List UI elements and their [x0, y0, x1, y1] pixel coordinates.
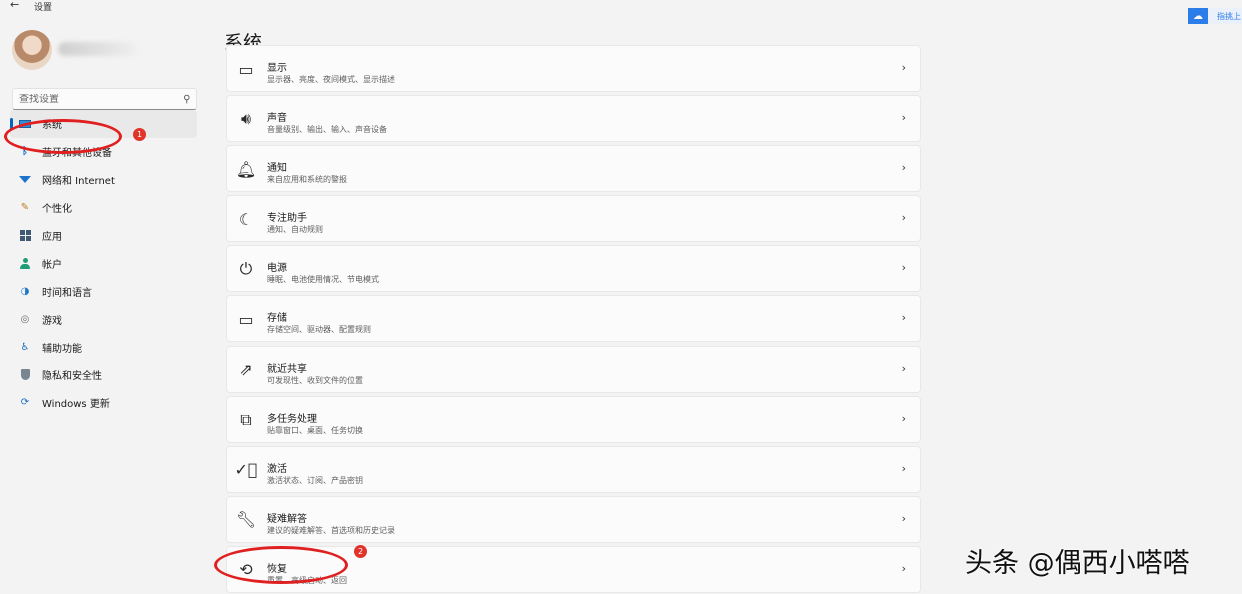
wifi-icon: [18, 173, 32, 187]
sidebar-item-label: Windows 更新: [42, 399, 110, 411]
chevron-right-icon: ›: [901, 61, 906, 74]
setting-title: 存储: [267, 313, 287, 325]
annotation-badge-1: 1: [133, 128, 146, 141]
annotation-ellipse-1: [4, 119, 122, 154]
setting-title: 就近共享: [267, 363, 307, 375]
setting-focus-assist[interactable]: ☾ 专注助手 通知、自动规则 ›: [226, 195, 921, 243]
bell-icon: 🔔︎: [235, 159, 257, 179]
sidebar-nav: 系统 ᛒ 蓝牙和其他设备 网络和 Internet ✎ 个性化 应用 帐户 ◑ …: [0, 110, 210, 417]
setting-desc: 显示器、亮度、夜间模式、显示描述: [267, 75, 395, 84]
sidebar-item-label: 隐私和安全性: [42, 371, 102, 383]
display-icon: ▭: [238, 59, 254, 79]
setting-multitasking[interactable]: ⧉ 多任务处理 贴靠窗口、桌面、任务切换 ›: [226, 395, 921, 443]
setting-title: 通知: [267, 163, 287, 175]
power-icon: ⏻: [239, 259, 253, 279]
setting-troubleshoot[interactable]: 🔧︎ 疑难解答 建议的疑难解答、首选项和历史记录 ›: [226, 495, 921, 543]
chevron-right-icon: ›: [901, 411, 906, 425]
settings-list: ▭ 显示 显示器、亮度、夜间模式、显示描述 › 🔊︎ 声音 音量级别、输出、输入…: [226, 45, 921, 594]
setting-desc: 建议的疑难解答、首选项和历史记录: [267, 525, 395, 535]
capture-widget[interactable]: ☁ 指挑上: [1188, 8, 1242, 24]
setting-sound[interactable]: 🔊︎ 声音 音量级别、输出、输入、声音设备 ›: [226, 95, 921, 143]
chevron-right-icon: ›: [901, 211, 906, 225]
sidebar-item-label: 网络和 Internet: [42, 176, 115, 188]
clock-globe-icon: ◑: [20, 285, 30, 297]
sidebar-item-accounts[interactable]: 帐户: [10, 249, 197, 277]
chevron-right-icon: ›: [901, 461, 906, 475]
moon-icon: ☾: [238, 209, 254, 229]
sidebar-item-label: 辅助功能: [42, 343, 82, 355]
sidebar-item-privacy[interactable]: 隐私和安全性: [10, 361, 197, 389]
chevron-right-icon: ›: [901, 261, 906, 275]
setting-title: 专注助手: [267, 213, 307, 225]
setting-desc: 通知、自动规则: [267, 225, 323, 235]
sidebar-item-personalization[interactable]: ✎ 个性化: [10, 194, 197, 222]
setting-desc: 睡眠、电池使用情况、节电模式: [267, 275, 379, 285]
share-icon: ⇗: [239, 360, 253, 380]
setting-desc: 音量级别、输出、输入、声音设备: [267, 125, 387, 135]
wrench-icon: 🔧︎: [235, 510, 257, 530]
chevron-right-icon: ›: [901, 361, 906, 375]
sidebar-item-label: 时间和语言: [42, 287, 92, 299]
search-input[interactable]: [19, 93, 183, 105]
search-icon[interactable]: ⚲: [183, 94, 190, 105]
title-bar: ← 设置: [0, 0, 1242, 14]
setting-nearby-sharing[interactable]: ⇗ 就近共享 可发现性、收到文件的位置 ›: [226, 345, 921, 393]
setting-title: 显示: [267, 63, 287, 74]
back-button[interactable]: ←: [10, 0, 19, 11]
setting-title: 声音: [267, 113, 287, 125]
account-icon: [18, 256, 32, 270]
storage-icon: ▭: [238, 309, 254, 329]
sidebar-item-label: 帐户: [42, 259, 62, 271]
setting-title: 激活: [267, 463, 287, 475]
sidebar-item-gaming[interactable]: ◎ 游戏: [10, 305, 197, 333]
gamepad-icon: ◎: [20, 313, 30, 325]
activation-icon: ✓⃝: [234, 460, 258, 480]
watermark: 头条 @偶西小嗒嗒: [965, 548, 1190, 579]
setting-title: 疑难解答: [267, 513, 307, 525]
sidebar-item-accessibility[interactable]: ♿ 辅助功能: [10, 333, 197, 361]
setting-desc: 存储空间、驱动器、配置规则: [267, 325, 371, 335]
avatar[interactable]: [12, 30, 52, 70]
update-icon: ⟳: [20, 397, 30, 409]
sidebar-item-label: 个性化: [42, 204, 72, 216]
capture-label: 指挑上: [1217, 11, 1241, 21]
sidebar-item-label: 游戏: [42, 315, 62, 327]
setting-desc: 贴靠窗口、桌面、任务切换: [267, 425, 363, 435]
setting-desc: 来自应用和系统的警报: [267, 175, 347, 185]
setting-power[interactable]: ⏻ 电源 睡眠、电池使用情况、节电模式 ›: [226, 245, 921, 293]
chevron-right-icon: ›: [901, 561, 906, 575]
brush-icon: ✎: [20, 202, 30, 214]
setting-display[interactable]: ▭ 显示 显示器、亮度、夜间模式、显示描述 ›: [226, 45, 921, 92]
window-title: 设置: [34, 3, 53, 13]
setting-storage[interactable]: ▭ 存储 存储空间、驱动器、配置规则 ›: [226, 295, 921, 343]
shield-icon: [18, 368, 32, 382]
chevron-right-icon: ›: [901, 111, 906, 125]
chevron-right-icon: ›: [901, 511, 906, 525]
username-redacted: [58, 42, 138, 56]
sidebar-item-network[interactable]: 网络和 Internet: [10, 166, 197, 194]
setting-desc: 可发现性、收到文件的位置: [267, 375, 363, 385]
chevron-right-icon: ›: [901, 161, 906, 175]
sidebar-item-windows-update[interactable]: ⟳ Windows 更新: [10, 389, 197, 417]
setting-desc: 激活状态、订阅、产品密钥: [267, 475, 363, 485]
search-box: ⚲: [12, 88, 197, 110]
annotation-ellipse-2: [214, 546, 348, 584]
sidebar-item-label: 应用: [42, 232, 62, 243]
setting-title: 多任务处理: [267, 413, 317, 425]
sidebar-item-time-language[interactable]: ◑ 时间和语言: [10, 277, 197, 305]
setting-notifications[interactable]: 🔔︎ 通知 来自应用和系统的警报 ›: [226, 145, 921, 193]
accessibility-icon: ♿: [20, 341, 30, 353]
annotation-badge-2: 2: [354, 545, 367, 558]
sidebar-item-apps[interactable]: 应用: [10, 222, 197, 250]
chevron-right-icon: ›: [901, 311, 906, 325]
apps-icon: [18, 229, 32, 243]
setting-title: 电源: [267, 263, 287, 275]
setting-activation[interactable]: ✓⃝ 激活 激活状态、订阅、产品密钥 ›: [226, 445, 921, 493]
multitask-icon: ⧉: [240, 409, 252, 429]
speaker-icon: 🔊︎: [240, 109, 252, 129]
cloud-icon: ☁: [1188, 8, 1208, 24]
